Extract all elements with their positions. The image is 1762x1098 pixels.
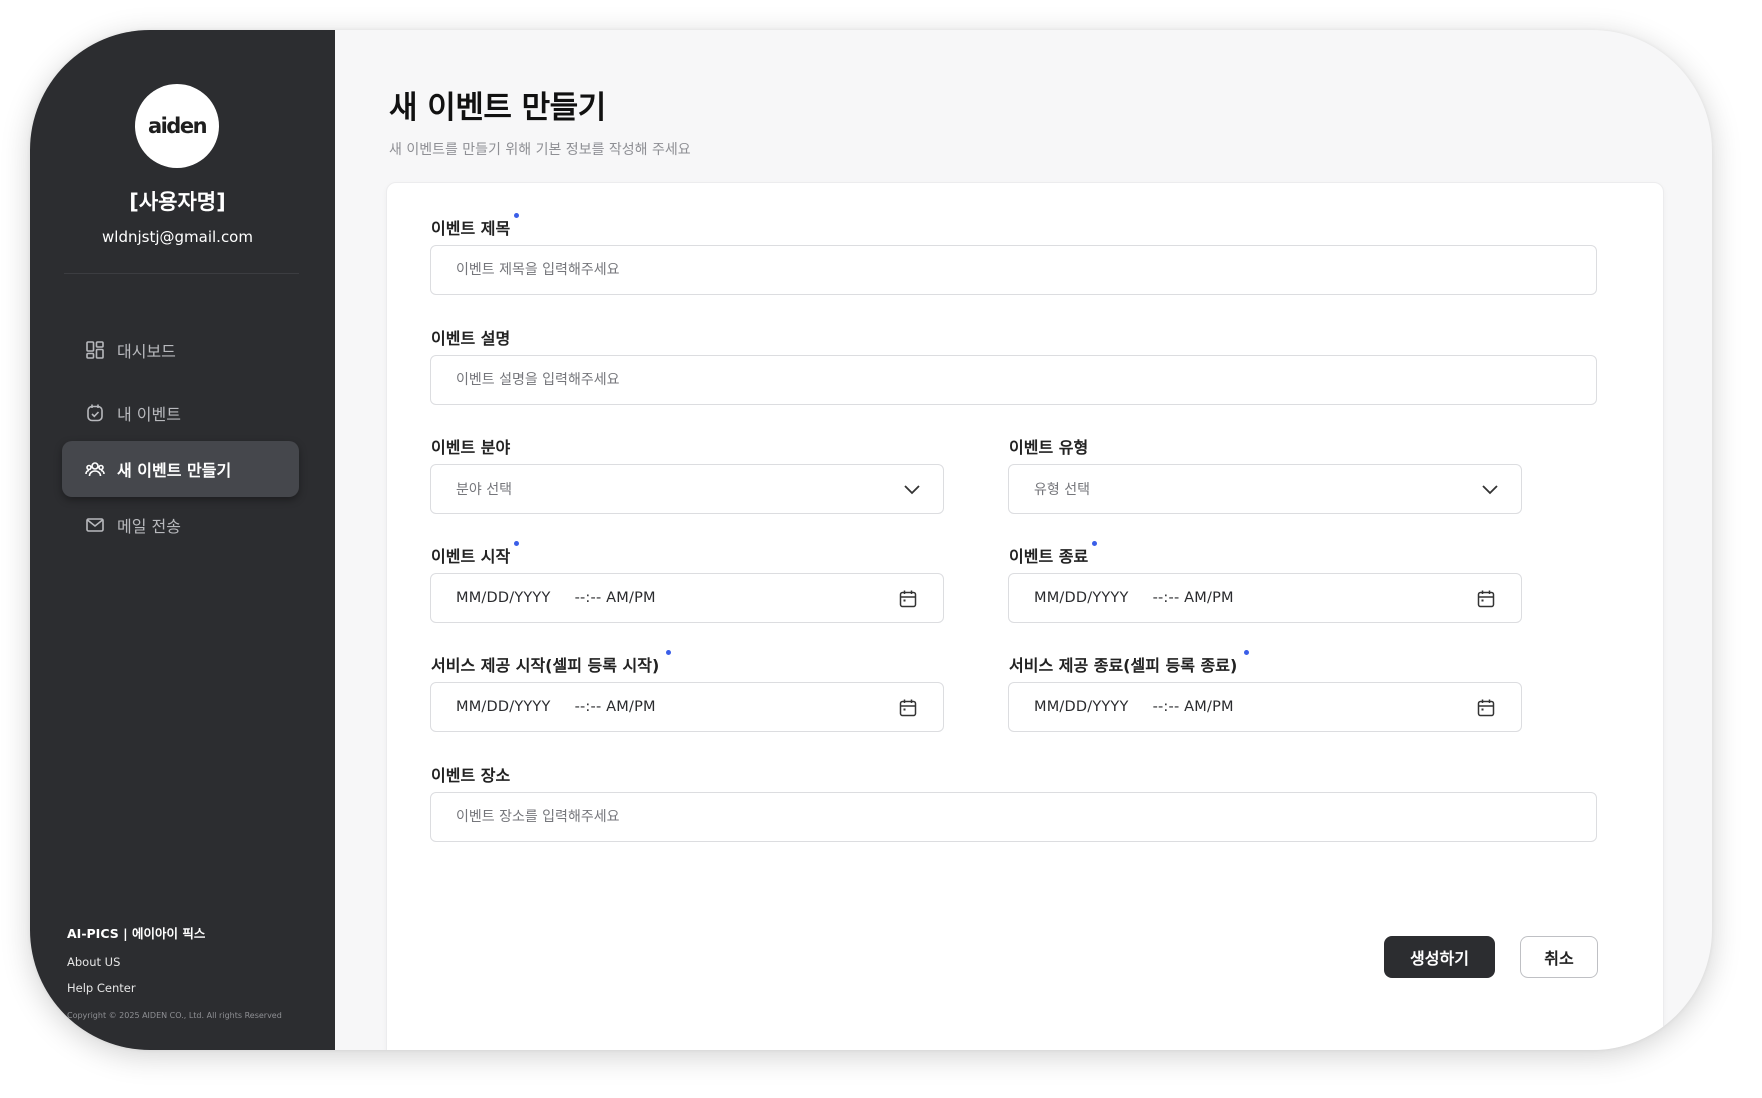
footer-brand: AI-PICS | 에이아이 픽스 — [67, 926, 206, 941]
create-button[interactable]: 생성하기 — [1384, 936, 1495, 978]
sidebar-item-my-events[interactable]: 내 이벤트 — [62, 385, 299, 441]
sidebar-item-label: 새 이벤트 만들기 — [117, 461, 232, 480]
event-type-label: 이벤트 유형 — [1009, 438, 1089, 457]
user-name: [사용자명] — [129, 190, 226, 214]
service-start-date[interactable]: MM/DD/YYYY — [456, 699, 551, 715]
sidebar-item-dashboard[interactable]: 대시보드 — [62, 322, 299, 378]
calendar-icon[interactable] — [898, 589, 918, 609]
sidebar: aiden [사용자명] wldnjstj@gmail.com 대시보드 내 이… — [30, 30, 335, 1050]
service-start-time[interactable]: --:-- AM/PM — [575, 699, 656, 715]
calendar-icon[interactable] — [898, 698, 918, 718]
event-title-label: 이벤트 제목 — [431, 213, 520, 239]
sidebar-item-label: 내 이벤트 — [117, 405, 181, 424]
event-category-select[interactable]: 분야 선택 — [430, 464, 944, 514]
required-dot — [1092, 541, 1098, 546]
event-category-value: 분야 선택 — [456, 482, 512, 498]
event-end-datetime[interactable]: MM/DD/YYYY --:-- AM/PM — [1008, 573, 1522, 623]
label-text: 서비스 제공 종료(셀피 등록 종료) — [1009, 656, 1238, 675]
about-us-link[interactable]: About US — [67, 955, 120, 969]
label-text: 이벤트 종료 — [1009, 547, 1089, 566]
service-end-datetime[interactable]: MM/DD/YYYY --:-- AM/PM — [1008, 682, 1522, 732]
service-end-date[interactable]: MM/DD/YYYY — [1034, 699, 1129, 715]
event-description-field[interactable] — [430, 355, 1597, 405]
event-description-label: 이벤트 설명 — [431, 329, 511, 348]
service-start-label: 서비스 제공 시작(셀피 등록 시작) — [431, 650, 672, 676]
help-center-link[interactable]: Help Center — [67, 981, 136, 995]
event-end-time[interactable]: --:-- AM/PM — [1153, 590, 1234, 606]
event-location-field[interactable] — [430, 792, 1597, 842]
chevron-down-icon — [1482, 485, 1498, 495]
event-category-label: 이벤트 분야 — [431, 438, 511, 457]
copyright: Copyright © 2025 AIDEN CO., Ltd. All rig… — [67, 1011, 282, 1020]
sidebar-item-send-mail[interactable]: 메일 전송 — [62, 497, 299, 553]
calendar-icon[interactable] — [1476, 589, 1496, 609]
label-text: 이벤트 시작 — [431, 547, 511, 566]
calendar-check-icon — [84, 402, 106, 424]
event-title-input[interactable] — [456, 262, 1596, 278]
event-start-datetime[interactable]: MM/DD/YYYY --:-- AM/PM — [430, 573, 944, 623]
sidebar-divider — [64, 273, 299, 274]
required-dot — [514, 541, 520, 546]
mail-icon — [84, 514, 106, 536]
sidebar-item-label: 대시보드 — [117, 342, 176, 361]
event-form-card: 이벤트 제목 이벤트 설명 이벤트 분야 분야 선택 이벤트 유형 유형 선택 … — [386, 182, 1664, 1050]
event-start-label: 이벤트 시작 — [431, 541, 520, 567]
chevron-down-icon — [904, 485, 920, 495]
cancel-button[interactable]: 취소 — [1520, 936, 1598, 978]
event-description-input[interactable] — [456, 372, 1596, 388]
service-end-time[interactable]: --:-- AM/PM — [1153, 699, 1234, 715]
event-title-field[interactable] — [430, 245, 1597, 295]
event-end-label: 이벤트 종료 — [1009, 541, 1098, 567]
service-end-label: 서비스 제공 종료(셀피 등록 종료) — [1009, 650, 1250, 676]
event-end-date[interactable]: MM/DD/YYYY — [1034, 590, 1129, 606]
required-dot — [514, 213, 520, 218]
user-email: wldnjstj@gmail.com — [102, 228, 253, 246]
page-subtitle: 새 이벤트를 만들기 위해 기본 정보를 작성해 주세요 — [389, 142, 691, 158]
event-type-value: 유형 선택 — [1034, 482, 1090, 498]
service-start-datetime[interactable]: MM/DD/YYYY --:-- AM/PM — [430, 682, 944, 732]
sidebar-item-new-event[interactable]: 새 이벤트 만들기 — [62, 441, 299, 497]
event-location-label: 이벤트 장소 — [431, 766, 511, 785]
main-content: 새 이벤트 만들기 새 이벤트를 만들기 위해 기본 정보를 작성해 주세요 이… — [335, 30, 1712, 1050]
page-title: 새 이벤트 만들기 — [389, 90, 606, 126]
required-dot — [1244, 650, 1250, 655]
event-start-date[interactable]: MM/DD/YYYY — [456, 590, 551, 606]
calendar-icon[interactable] — [1476, 698, 1496, 718]
users-icon — [84, 458, 106, 480]
label-text: 서비스 제공 시작(셀피 등록 시작) — [431, 656, 660, 675]
sidebar-item-label: 메일 전송 — [117, 517, 181, 536]
label-text: 이벤트 제목 — [431, 219, 511, 238]
brand-logo[interactable]: aiden — [135, 84, 219, 168]
event-start-time[interactable]: --:-- AM/PM — [575, 590, 656, 606]
logo-text: aiden — [147, 114, 208, 138]
required-dot — [666, 650, 672, 655]
app-window: aiden [사용자명] wldnjstj@gmail.com 대시보드 내 이… — [30, 30, 1712, 1050]
event-type-select[interactable]: 유형 선택 — [1008, 464, 1522, 514]
event-location-input[interactable] — [456, 809, 1596, 825]
dashboard-icon — [84, 339, 106, 361]
